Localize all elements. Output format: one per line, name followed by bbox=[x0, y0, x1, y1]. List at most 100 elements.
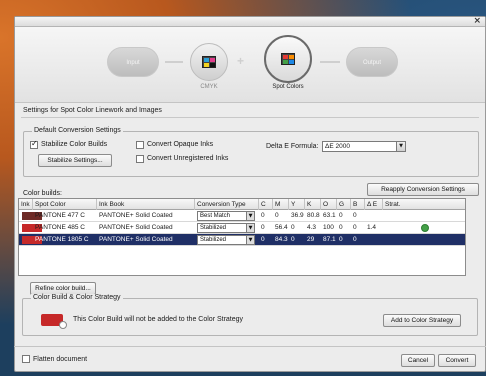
cell-b: 0 bbox=[353, 224, 357, 231]
strategy-message: This Color Build will not be added to th… bbox=[73, 316, 244, 323]
status-dot-icon bbox=[59, 321, 67, 329]
step-spot-colors-label: Spot Colors bbox=[272, 84, 304, 90]
col-g[interactable]: G bbox=[337, 199, 351, 210]
step-cmyk[interactable] bbox=[190, 43, 228, 81]
conversion-type-value: Stabilized bbox=[200, 237, 227, 243]
col-strategy[interactable]: Strat. bbox=[383, 199, 465, 210]
strategy-swatch bbox=[41, 314, 67, 329]
color-strategy-title: Color Build & Color Strategy bbox=[31, 294, 123, 301]
cell-m: 84.3 bbox=[275, 236, 288, 243]
col-y[interactable]: Y bbox=[289, 199, 305, 210]
cell-k: 4.3 bbox=[307, 224, 317, 231]
col-ink-book[interactable]: Ink Book bbox=[97, 199, 195, 210]
cell-de bbox=[365, 234, 383, 246]
opaque-inks-checkbox[interactable] bbox=[136, 141, 144, 149]
close-icon[interactable]: × bbox=[473, 16, 481, 26]
col-m[interactable]: M bbox=[273, 199, 289, 210]
step-input-label: Input bbox=[126, 60, 140, 66]
cell-g: 0 bbox=[339, 236, 343, 243]
settings-title: Settings for Spot Color Linework and Ima… bbox=[23, 107, 162, 114]
col-b[interactable]: B bbox=[351, 199, 365, 210]
cell-spot-color: PANTONE 477 C bbox=[35, 212, 85, 219]
cell-m: 0 bbox=[275, 212, 279, 219]
step-cmyk-label: CMYK bbox=[200, 84, 218, 90]
step-connector-arrow bbox=[165, 61, 183, 63]
col-c[interactable]: C bbox=[259, 199, 273, 210]
spot-colors-icon bbox=[281, 53, 295, 65]
stabilize-settings-button[interactable]: Stabilize Settings... bbox=[38, 154, 112, 167]
step-output[interactable]: Output bbox=[346, 47, 398, 77]
chevron-down-icon: ▼ bbox=[396, 142, 405, 151]
divider bbox=[21, 117, 479, 118]
cell-ink-book: PANTONE+ Solid Coated bbox=[99, 212, 173, 219]
add-to-strategy-button[interactable]: Add to Color Strategy bbox=[383, 314, 461, 327]
delta-e-value: ΔE 2000 bbox=[325, 143, 350, 150]
conversion-type-value: Best Match bbox=[200, 213, 231, 219]
cell-c: 0 bbox=[261, 236, 265, 243]
cell-spot-color: PANTONE 1805 C bbox=[35, 236, 89, 243]
footer-divider bbox=[14, 346, 486, 347]
cell-de bbox=[365, 210, 383, 222]
step-output-label: Output bbox=[362, 60, 381, 66]
default-conversion-title: Default Conversion Settings bbox=[32, 127, 123, 134]
flatten-checkbox[interactable] bbox=[22, 355, 30, 363]
cell-ink-book: PANTONE+ Solid Coated bbox=[99, 224, 173, 231]
cancel-button[interactable]: Cancel bbox=[401, 354, 435, 367]
reapply-conversion-button[interactable]: Reapply Conversion Settings bbox=[367, 183, 479, 196]
stabilize-label: Stabilize Color Builds bbox=[41, 141, 108, 148]
cell-o: 63.1 bbox=[323, 212, 336, 219]
cell-c: 0 bbox=[261, 212, 265, 219]
chevron-down-icon: ▼ bbox=[246, 212, 254, 220]
cell-b: 0 bbox=[353, 236, 357, 243]
unregistered-inks-label: Convert Unregistered Inks bbox=[147, 155, 229, 162]
table-row[interactable]: PANTONE 477 C PANTONE+ Solid Coated Best M… bbox=[19, 210, 465, 222]
conversion-type-select[interactable]: Stabilized ▼ bbox=[197, 223, 255, 233]
convert-button[interactable]: Convert bbox=[438, 354, 476, 367]
cell-c: 0 bbox=[261, 224, 265, 231]
cell-k: 29 bbox=[307, 236, 315, 243]
stabilize-checkbox[interactable] bbox=[30, 139, 38, 149]
delta-e-select[interactable]: ΔE 2000 ▼ bbox=[322, 141, 406, 152]
step-input[interactable]: Input bbox=[107, 47, 159, 77]
col-o[interactable]: O bbox=[321, 199, 337, 210]
dialog-titlebar: × bbox=[15, 16, 485, 27]
color-builds-table: Ink Spot Color Ink Book Conversion Type … bbox=[18, 198, 466, 276]
step-connector-plus: + bbox=[237, 54, 245, 68]
cmyk-icon bbox=[202, 56, 216, 68]
table-header: Ink Spot Color Ink Book Conversion Type … bbox=[19, 199, 465, 210]
cell-o: 100 bbox=[323, 224, 334, 231]
cell-de: 1.4 bbox=[367, 224, 377, 231]
flatten-label: Flatten document bbox=[33, 356, 88, 363]
cell-b: 0 bbox=[353, 212, 357, 219]
cell-m: 56.4 bbox=[275, 224, 288, 231]
color-strategy-group: Color Build & Color Strategy This Color … bbox=[22, 294, 478, 336]
conversion-type-select[interactable]: Best Match ▼ bbox=[197, 211, 255, 221]
cell-y: 0 bbox=[291, 236, 295, 243]
chevron-down-icon: ▼ bbox=[246, 224, 254, 232]
cell-o: 87.1 bbox=[323, 236, 336, 243]
cell-k: 80.8 bbox=[307, 212, 320, 219]
col-spot-color[interactable]: Spot Color bbox=[33, 199, 97, 210]
unregistered-inks-checkbox[interactable] bbox=[136, 155, 144, 163]
delta-e-label: Delta E Formula: bbox=[266, 143, 319, 150]
wizard-steps: Input CMYK + Spot Colors Output bbox=[15, 27, 485, 103]
col-delta-e[interactable]: Δ E bbox=[365, 199, 383, 210]
cell-spot-color: PANTONE 485 C bbox=[35, 224, 85, 231]
table-row[interactable]: PANTONE 485 C PANTONE+ Solid Coated Stabil… bbox=[19, 222, 465, 234]
conversion-type-value: Stabilized bbox=[200, 225, 227, 231]
strategy-ok-icon bbox=[421, 224, 429, 232]
cell-ink-book: PANTONE+ Solid Coated bbox=[99, 236, 173, 243]
color-builds-label: Color builds: bbox=[23, 190, 62, 197]
default-conversion-group: Default Conversion Settings Stabilize Co… bbox=[23, 127, 479, 177]
step-spot-colors[interactable] bbox=[264, 35, 312, 83]
conversion-type-select[interactable]: Stabilized ▼ bbox=[197, 235, 255, 245]
cell-y: 0 bbox=[291, 224, 295, 231]
col-k[interactable]: K bbox=[305, 199, 321, 210]
table-row[interactable]: PANTONE 1805 C PANTONE+ Solid Coated Stabi… bbox=[19, 234, 465, 246]
col-conversion-type[interactable]: Conversion Type bbox=[195, 199, 259, 210]
opaque-inks-label: Convert Opaque Inks bbox=[147, 141, 214, 148]
step-connector-arrow bbox=[320, 61, 340, 63]
cell-g: 0 bbox=[339, 212, 343, 219]
col-ink[interactable]: Ink bbox=[19, 199, 33, 210]
chevron-down-icon: ▼ bbox=[246, 236, 254, 244]
